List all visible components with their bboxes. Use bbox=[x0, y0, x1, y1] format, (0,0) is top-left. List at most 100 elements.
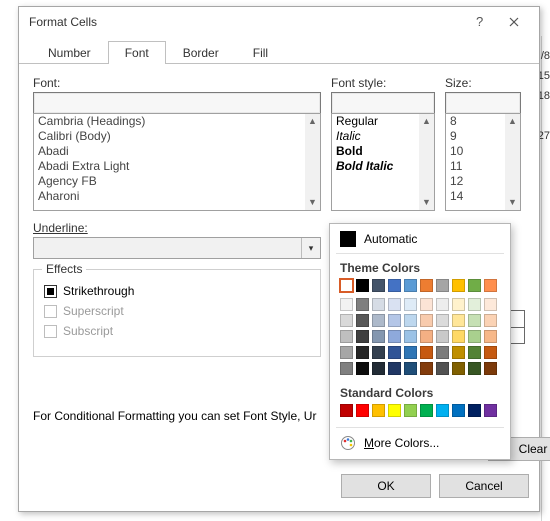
color-swatch[interactable] bbox=[356, 404, 369, 417]
underline-combo[interactable]: ▾ bbox=[33, 237, 321, 259]
color-swatch[interactable] bbox=[484, 404, 497, 417]
color-swatch[interactable] bbox=[420, 314, 433, 327]
color-swatch[interactable] bbox=[356, 314, 369, 327]
color-swatch[interactable] bbox=[340, 314, 353, 327]
color-swatch[interactable] bbox=[436, 346, 449, 359]
strikethrough-checkbox[interactable] bbox=[44, 285, 57, 298]
color-swatch[interactable] bbox=[436, 330, 449, 343]
color-swatch[interactable] bbox=[356, 330, 369, 343]
color-swatch[interactable] bbox=[436, 279, 449, 292]
fontstyle-listbox[interactable]: RegularItalicBoldBold Italic ▲ ▼ bbox=[331, 113, 435, 211]
color-swatch[interactable] bbox=[420, 362, 433, 375]
color-swatch[interactable] bbox=[484, 346, 497, 359]
color-swatch[interactable] bbox=[340, 279, 353, 292]
font-input[interactable] bbox=[33, 92, 321, 114]
list-item[interactable]: Aharoni bbox=[34, 189, 305, 204]
color-swatch[interactable] bbox=[388, 330, 401, 343]
color-swatch[interactable] bbox=[340, 362, 353, 375]
list-item[interactable]: Italic bbox=[332, 129, 419, 144]
color-swatch[interactable] bbox=[436, 298, 449, 311]
list-item[interactable]: Regular bbox=[332, 114, 419, 129]
color-swatch[interactable] bbox=[468, 314, 481, 327]
color-swatch[interactable] bbox=[404, 314, 417, 327]
color-swatch[interactable] bbox=[468, 330, 481, 343]
scroll-up-icon[interactable]: ▲ bbox=[505, 114, 520, 129]
color-swatch[interactable] bbox=[388, 314, 401, 327]
color-swatch[interactable] bbox=[404, 298, 417, 311]
scroll-down-icon[interactable]: ▼ bbox=[419, 195, 434, 210]
color-swatch[interactable] bbox=[468, 362, 481, 375]
color-swatch[interactable] bbox=[372, 362, 385, 375]
tab-number[interactable]: Number bbox=[31, 41, 108, 64]
list-item[interactable]: Bold Italic bbox=[332, 159, 419, 174]
size-listbox[interactable]: 8910111214 ▲ ▼ bbox=[445, 113, 521, 211]
color-swatch[interactable] bbox=[452, 330, 465, 343]
color-swatch[interactable] bbox=[356, 298, 369, 311]
color-swatch[interactable] bbox=[436, 404, 449, 417]
list-item[interactable]: Agency FB bbox=[34, 174, 305, 189]
color-swatch[interactable] bbox=[388, 279, 401, 292]
close-button[interactable] bbox=[497, 10, 531, 34]
cancel-button[interactable]: Cancel bbox=[439, 474, 529, 498]
color-swatch[interactable] bbox=[420, 330, 433, 343]
color-swatch[interactable] bbox=[452, 362, 465, 375]
color-swatch[interactable] bbox=[436, 314, 449, 327]
ok-button[interactable]: OK bbox=[341, 474, 431, 498]
color-swatch[interactable] bbox=[452, 298, 465, 311]
color-swatch[interactable] bbox=[388, 298, 401, 311]
color-swatch[interactable] bbox=[340, 404, 353, 417]
list-item[interactable]: 10 bbox=[446, 144, 505, 159]
scroll-down-icon[interactable]: ▼ bbox=[505, 195, 520, 210]
color-swatch[interactable] bbox=[452, 346, 465, 359]
color-swatch[interactable] bbox=[452, 314, 465, 327]
color-swatch[interactable] bbox=[420, 279, 433, 292]
list-item[interactable]: Bold bbox=[332, 144, 419, 159]
color-swatch[interactable] bbox=[372, 279, 385, 292]
more-colors-option[interactable]: More Colors... bbox=[330, 431, 510, 457]
color-swatch[interactable] bbox=[436, 362, 449, 375]
list-item[interactable]: Cambria (Headings) bbox=[34, 114, 305, 129]
color-swatch[interactable] bbox=[484, 314, 497, 327]
list-item[interactable]: Abadi bbox=[34, 144, 305, 159]
color-swatch[interactable] bbox=[420, 346, 433, 359]
color-swatch[interactable] bbox=[340, 298, 353, 311]
color-swatch[interactable] bbox=[468, 404, 481, 417]
color-swatch[interactable] bbox=[372, 404, 385, 417]
list-item[interactable]: 12 bbox=[446, 174, 505, 189]
list-item[interactable]: 11 bbox=[446, 159, 505, 174]
color-swatch[interactable] bbox=[388, 362, 401, 375]
color-swatch[interactable] bbox=[484, 298, 497, 311]
color-swatch[interactable] bbox=[340, 346, 353, 359]
color-swatch[interactable] bbox=[404, 346, 417, 359]
automatic-option[interactable]: Automatic bbox=[330, 228, 510, 250]
scrollbar[interactable]: ▲ ▼ bbox=[419, 114, 434, 210]
tab-fill[interactable]: Fill bbox=[236, 41, 285, 64]
color-swatch[interactable] bbox=[484, 330, 497, 343]
help-button[interactable]: ? bbox=[463, 10, 497, 34]
color-swatch[interactable] bbox=[340, 330, 353, 343]
font-listbox[interactable]: Cambria (Headings)Calibri (Body)AbadiAba… bbox=[33, 113, 321, 211]
color-swatch[interactable] bbox=[420, 298, 433, 311]
color-swatch[interactable] bbox=[356, 279, 369, 292]
chevron-down-icon[interactable]: ▾ bbox=[301, 238, 320, 258]
list-item[interactable]: 8 bbox=[446, 114, 505, 129]
color-swatch[interactable] bbox=[484, 362, 497, 375]
color-swatch[interactable] bbox=[404, 404, 417, 417]
list-item[interactable]: 9 bbox=[446, 129, 505, 144]
color-swatch[interactable] bbox=[388, 404, 401, 417]
tab-font[interactable]: Font bbox=[108, 41, 166, 64]
size-input[interactable] bbox=[445, 92, 521, 114]
color-swatch[interactable] bbox=[404, 330, 417, 343]
color-swatch[interactable] bbox=[468, 298, 481, 311]
color-swatch[interactable] bbox=[468, 346, 481, 359]
list-item[interactable]: Calibri (Body) bbox=[34, 129, 305, 144]
color-swatch[interactable] bbox=[420, 404, 433, 417]
color-swatch[interactable] bbox=[356, 346, 369, 359]
scroll-up-icon[interactable]: ▲ bbox=[419, 114, 434, 129]
color-swatch[interactable] bbox=[452, 404, 465, 417]
color-swatch[interactable] bbox=[372, 314, 385, 327]
scrollbar[interactable]: ▲ ▼ bbox=[505, 114, 520, 210]
list-item[interactable]: 14 bbox=[446, 189, 505, 204]
tab-border[interactable]: Border bbox=[166, 41, 236, 64]
color-swatch[interactable] bbox=[484, 279, 497, 292]
